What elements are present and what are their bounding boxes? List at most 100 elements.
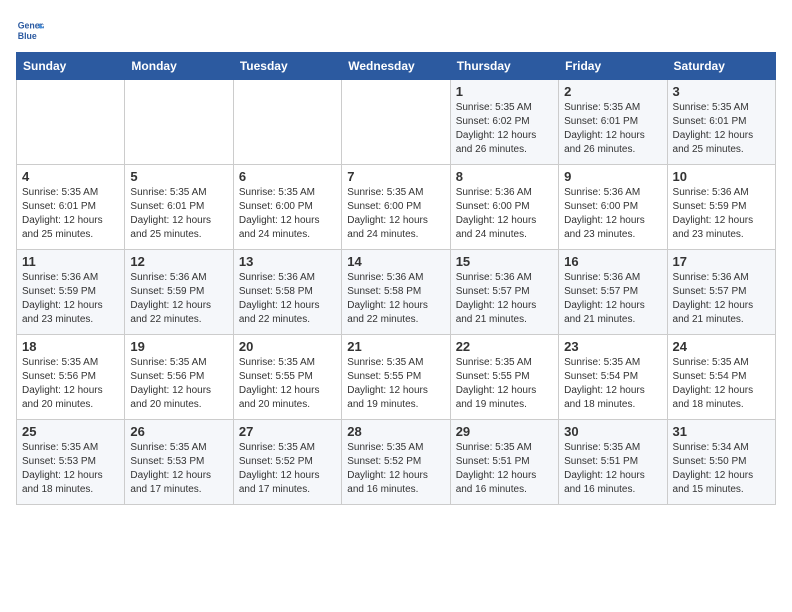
calendar-cell (233, 80, 341, 165)
day-info: Sunrise: 5:35 AM Sunset: 5:55 PM Dayligh… (239, 356, 336, 412)
day-info: Sunrise: 5:36 AM Sunset: 6:00 PM Dayligh… (456, 186, 553, 242)
calendar-cell: 12 Sunrise: 5:36 AM Sunset: 5:59 PM Dayli… (125, 250, 233, 335)
calendar-cell: 25Sunrise: 5:35 AM Sunset: 5:53 PM Dayli… (17, 420, 125, 505)
day-number: 31 (673, 424, 770, 439)
day-info: Sunrise: 5:35 AM Sunset: 5:51 PM Dayligh… (564, 441, 661, 497)
calendar-body: 1 Sunrise: 5:35 AM Sunset: 6:02 PM Daylig… (17, 80, 776, 505)
calendar-cell: 20 Sunrise: 5:35 AM Sunset: 5:55 PM Dayli… (233, 335, 341, 420)
logo: General Blue (16, 16, 44, 44)
calendar-cell: 21Sunrise: 5:35 AM Sunset: 5:55 PM Dayli… (342, 335, 450, 420)
calendar-header: SundayMondayTuesdayWednesdayThursdayFrid… (17, 53, 776, 80)
day-info: Sunrise: 5:36 AM Sunset: 5:59 PM Dayligh… (22, 271, 119, 327)
day-number: 4 (22, 169, 119, 184)
calendar-cell: 11 Sunrise: 5:36 AM Sunset: 5:59 PM Dayli… (17, 250, 125, 335)
calendar-week-1: 1 Sunrise: 5:35 AM Sunset: 6:02 PM Daylig… (17, 80, 776, 165)
day-info: Sunrise: 5:35 AM Sunset: 6:01 PM Dayligh… (130, 186, 227, 242)
calendar-cell: 26 Sunrise: 5:35 AM Sunset: 5:53 PM Dayli… (125, 420, 233, 505)
day-number: 9 (564, 169, 661, 184)
day-info: Sunrise: 5:35 AM Sunset: 5:54 PM Dayligh… (673, 356, 770, 412)
day-info: Sunrise: 5:36 AM Sunset: 5:57 PM Dayligh… (564, 271, 661, 327)
day-info: Sunrise: 5:36 AM Sunset: 5:58 PM Dayligh… (239, 271, 336, 327)
calendar-week-3: 11 Sunrise: 5:36 AM Sunset: 5:59 PM Dayli… (17, 250, 776, 335)
day-info: Sunrise: 5:36 AM Sunset: 5:59 PM Dayligh… (673, 186, 770, 242)
day-info: Sunrise: 5:35 AM Sunset: 5:53 PM Dayligh… (130, 441, 227, 497)
calendar-cell: 7 Sunrise: 5:35 AM Sunset: 6:00 PM Daylig… (342, 165, 450, 250)
day-number: 2 (564, 84, 661, 99)
calendar-cell (342, 80, 450, 165)
day-number: 20 (239, 339, 336, 354)
calendar-cell: 30 Sunrise: 5:35 AM Sunset: 5:51 PM Dayli… (559, 420, 667, 505)
day-info: Sunrise: 5:36 AM Sunset: 6:00 PM Dayligh… (564, 186, 661, 242)
day-number: 30 (564, 424, 661, 439)
day-number: 5 (130, 169, 227, 184)
calendar-cell: 27 Sunrise: 5:35 AM Sunset: 5:52 PM Dayli… (233, 420, 341, 505)
day-info: Sunrise: 5:36 AM Sunset: 5:59 PM Dayligh… (130, 271, 227, 327)
col-header-sunday: Sunday (17, 53, 125, 80)
calendar-cell: 29Sunrise: 5:35 AM Sunset: 5:51 PM Dayli… (450, 420, 558, 505)
day-number: 10 (673, 169, 770, 184)
day-number: 1 (456, 84, 553, 99)
calendar-cell: 2 Sunrise: 5:35 AM Sunset: 6:01 PM Daylig… (559, 80, 667, 165)
day-number: 23 (564, 339, 661, 354)
day-number: 29 (456, 424, 553, 439)
day-info: Sunrise: 5:35 AM Sunset: 5:55 PM Dayligh… (347, 356, 444, 412)
day-number: 3 (673, 84, 770, 99)
svg-text:Blue: Blue (18, 31, 37, 41)
calendar-cell: 31 Sunrise: 5:34 AM Sunset: 5:50 PM Dayli… (667, 420, 775, 505)
calendar-cell: 24 Sunrise: 5:35 AM Sunset: 5:54 PM Dayli… (667, 335, 775, 420)
col-header-tuesday: Tuesday (233, 53, 341, 80)
day-info: Sunrise: 5:35 AM Sunset: 6:00 PM Dayligh… (347, 186, 444, 242)
day-number: 27 (239, 424, 336, 439)
calendar-cell (17, 80, 125, 165)
day-number: 14 (347, 254, 444, 269)
day-info: Sunrise: 5:35 AM Sunset: 6:01 PM Dayligh… (564, 101, 661, 157)
day-number: 7 (347, 169, 444, 184)
day-info: Sunrise: 5:35 AM Sunset: 6:01 PM Dayligh… (673, 101, 770, 157)
day-number: 22 (456, 339, 553, 354)
calendar-week-5: 25Sunrise: 5:35 AM Sunset: 5:53 PM Dayli… (17, 420, 776, 505)
calendar-cell: 10 Sunrise: 5:36 AM Sunset: 5:59 PM Dayli… (667, 165, 775, 250)
calendar-cell: 23 Sunrise: 5:35 AM Sunset: 5:54 PM Dayli… (559, 335, 667, 420)
calendar-cell: 22 Sunrise: 5:35 AM Sunset: 5:55 PM Dayli… (450, 335, 558, 420)
calendar-cell: 9 Sunrise: 5:36 AM Sunset: 6:00 PM Daylig… (559, 165, 667, 250)
day-number: 8 (456, 169, 553, 184)
day-info: Sunrise: 5:35 AM Sunset: 5:52 PM Dayligh… (239, 441, 336, 497)
calendar-cell: 8 Sunrise: 5:36 AM Sunset: 6:00 PM Daylig… (450, 165, 558, 250)
calendar-week-4: 18Sunrise: 5:35 AM Sunset: 5:56 PM Dayli… (17, 335, 776, 420)
day-number: 17 (673, 254, 770, 269)
calendar-cell: 4 Sunrise: 5:35 AM Sunset: 6:01 PM Daylig… (17, 165, 125, 250)
calendar-cell: 3 Sunrise: 5:35 AM Sunset: 6:01 PM Daylig… (667, 80, 775, 165)
day-info: Sunrise: 5:35 AM Sunset: 5:54 PM Dayligh… (564, 356, 661, 412)
day-info: Sunrise: 5:35 AM Sunset: 6:00 PM Dayligh… (239, 186, 336, 242)
col-header-friday: Friday (559, 53, 667, 80)
calendar-cell: 5 Sunrise: 5:35 AM Sunset: 6:01 PM Daylig… (125, 165, 233, 250)
day-number: 16 (564, 254, 661, 269)
calendar-cell: 15 Sunrise: 5:36 AM Sunset: 5:57 PM Dayli… (450, 250, 558, 335)
calendar-cell: 19Sunrise: 5:35 AM Sunset: 5:56 PM Dayli… (125, 335, 233, 420)
day-number: 24 (673, 339, 770, 354)
col-header-wednesday: Wednesday (342, 53, 450, 80)
day-info: Sunrise: 5:34 AM Sunset: 5:50 PM Dayligh… (673, 441, 770, 497)
day-number: 6 (239, 169, 336, 184)
day-number: 13 (239, 254, 336, 269)
day-info: Sunrise: 5:35 AM Sunset: 5:55 PM Dayligh… (456, 356, 553, 412)
day-info: Sunrise: 5:35 AM Sunset: 6:01 PM Dayligh… (22, 186, 119, 242)
logo-icon: General Blue (16, 16, 44, 44)
calendar-cell: 14Sunrise: 5:36 AM Sunset: 5:58 PM Dayli… (342, 250, 450, 335)
calendar-week-2: 4 Sunrise: 5:35 AM Sunset: 6:01 PM Daylig… (17, 165, 776, 250)
day-number: 11 (22, 254, 119, 269)
calendar-cell: 6 Sunrise: 5:35 AM Sunset: 6:00 PM Daylig… (233, 165, 341, 250)
day-number: 19 (130, 339, 227, 354)
day-number: 18 (22, 339, 119, 354)
day-number: 26 (130, 424, 227, 439)
day-number: 15 (456, 254, 553, 269)
calendar-cell: 17 Sunrise: 5:36 AM Sunset: 5:57 PM Dayli… (667, 250, 775, 335)
day-info: Sunrise: 5:35 AM Sunset: 6:02 PM Dayligh… (456, 101, 553, 157)
day-info: Sunrise: 5:36 AM Sunset: 5:57 PM Dayligh… (456, 271, 553, 327)
day-info: Sunrise: 5:36 AM Sunset: 5:57 PM Dayligh… (673, 271, 770, 327)
day-info: Sunrise: 5:35 AM Sunset: 5:52 PM Dayligh… (347, 441, 444, 497)
calendar-table: SundayMondayTuesdayWednesdayThursdayFrid… (16, 52, 776, 505)
calendar-cell (125, 80, 233, 165)
calendar-cell: 18Sunrise: 5:35 AM Sunset: 5:56 PM Dayli… (17, 335, 125, 420)
day-number: 12 (130, 254, 227, 269)
